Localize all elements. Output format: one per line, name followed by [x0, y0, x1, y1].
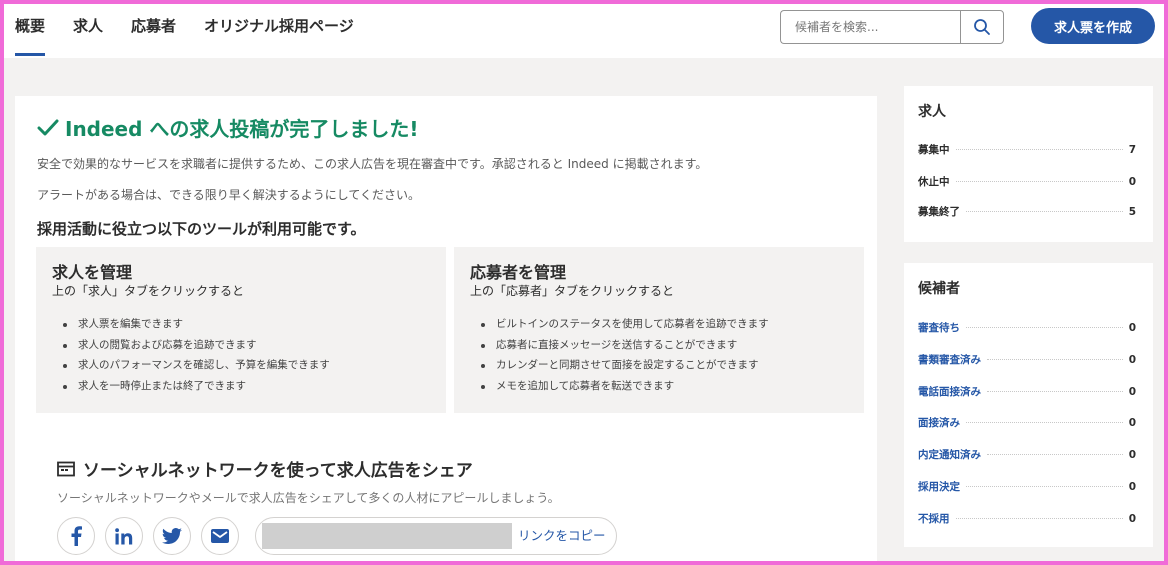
- twitter-share-button[interactable]: [153, 517, 191, 555]
- list-item: カレンダーと同期させて面接を設定することができます: [470, 355, 848, 376]
- candidates-row-offered[interactable]: 内定通知済み 0: [918, 447, 1136, 462]
- checkmark-icon: [37, 118, 59, 138]
- row-count: 0: [1128, 354, 1136, 366]
- manage-jobs-title: 求人を管理: [52, 263, 133, 282]
- tab-overview[interactable]: 概要: [15, 4, 46, 58]
- share-heading: ソーシャルネットワークを使って求人広告をシェア: [57, 456, 473, 481]
- job-url-field[interactable]: [262, 523, 512, 549]
- search-icon: [974, 19, 990, 35]
- linkedin-share-button[interactable]: [105, 517, 143, 555]
- dot-leader: [966, 327, 1123, 328]
- create-job-button[interactable]: 求人票を作成: [1031, 8, 1155, 44]
- search-input[interactable]: [780, 10, 960, 44]
- row-label: 募集中: [918, 144, 950, 156]
- manage-jobs-list: 求人票を編集できます 求人の閲覧および応募を追跡できます 求人のパフォーマンスを…: [52, 314, 430, 396]
- list-item: 求人の閲覧および応募を追跡できます: [52, 335, 430, 356]
- list-item: ビルトインのステータスを使用して応募者を追跡できます: [470, 314, 848, 335]
- row-label: 不採用: [918, 513, 950, 525]
- copy-link-button[interactable]: リンクをコピー: [518, 518, 606, 554]
- row-label: 内定通知済み: [918, 449, 981, 461]
- row-count: 0: [1128, 322, 1136, 334]
- main-panel: Indeed への求人投稿が完了しました! 安全で効果的なサービスを求職者に提供…: [15, 96, 877, 565]
- linkedin-icon: [115, 527, 133, 544]
- list-item: メモを追加して応募者を転送できます: [470, 376, 848, 397]
- candidates-row-hired[interactable]: 採用決定 0: [918, 479, 1136, 494]
- dot-leader: [955, 181, 1123, 182]
- jobs-row-closed[interactable]: 募集終了 5: [918, 204, 1136, 219]
- manage-candidates-title: 応募者を管理: [470, 263, 567, 282]
- top-navigation-bar: 概要 求人 応募者 オリジナル採用ページ 求人票を作成: [4, 4, 1164, 58]
- jobs-summary-card: 求人 募集中 7 休止中 0 募集終了 5: [904, 86, 1153, 242]
- dot-leader: [955, 518, 1123, 519]
- main-nav: 概要 求人 応募者 オリジナル採用ページ: [15, 4, 382, 58]
- list-item: 応募者に直接メッセージを送信することができます: [470, 335, 848, 356]
- success-heading: Indeed への求人投稿が完了しました!: [37, 113, 419, 142]
- facebook-icon: [71, 526, 82, 546]
- manage-candidates-card: 応募者を管理 上の「応募者」タブをクリックすると ビルトインのステータスを使用し…: [454, 247, 864, 413]
- row-count: 0: [1128, 417, 1136, 429]
- success-title-text: Indeed への求人投稿が完了しました!: [65, 117, 419, 141]
- tab-career-page[interactable]: オリジナル採用ページ: [204, 4, 354, 58]
- manage-jobs-card: 求人を管理 上の「求人」タブをクリックすると 求人票を編集できます 求人の閲覧お…: [36, 247, 446, 413]
- manage-candidates-subtitle: 上の「応募者」タブをクリックすると: [470, 284, 675, 298]
- mail-icon: [211, 529, 229, 543]
- row-label: 書類審査済み: [918, 354, 981, 366]
- tab-jobs[interactable]: 求人: [73, 4, 103, 58]
- row-label: 採用決定: [918, 481, 960, 493]
- list-item: 求人を一時停止または終了できます: [52, 376, 430, 397]
- row-count: 7: [1128, 144, 1136, 156]
- dot-leader: [966, 211, 1123, 212]
- candidates-row-pending[interactable]: 審査待ち 0: [918, 320, 1136, 335]
- row-count: 0: [1128, 176, 1136, 188]
- row-label: 募集終了: [918, 206, 960, 218]
- row-count: 5: [1128, 206, 1136, 218]
- row-label: 休止中: [918, 176, 950, 188]
- row-count: 0: [1128, 513, 1136, 525]
- candidates-summary-title: 候補者: [918, 281, 960, 297]
- row-label: 面接済み: [918, 417, 960, 429]
- row-label: 審査待ち: [918, 322, 960, 334]
- row-count: 0: [1128, 481, 1136, 493]
- tools-heading: 採用活動に役立つ以下のツールが利用可能です。: [37, 220, 366, 238]
- job-link-box: リンクをコピー: [255, 517, 617, 555]
- row-label: 電話面接済み: [918, 386, 981, 398]
- candidates-row-screened[interactable]: 書類審査済み 0: [918, 352, 1136, 367]
- twitter-icon: [162, 528, 182, 544]
- dot-leader: [987, 391, 1123, 392]
- share-description: ソーシャルネットワークやメールで求人広告をシェアして多くの人材にアピールしましょ…: [57, 491, 560, 505]
- facebook-share-button[interactable]: [57, 517, 95, 555]
- email-share-button[interactable]: [201, 517, 239, 555]
- manage-candidates-list: ビルトインのステータスを使用して応募者を追跡できます 応募者に直接メッセージを送…: [470, 314, 848, 396]
- calendar-icon: [57, 461, 75, 477]
- dot-leader: [955, 149, 1123, 150]
- dot-leader: [966, 422, 1123, 423]
- manage-jobs-subtitle: 上の「求人」タブをクリックすると: [52, 284, 245, 298]
- jobs-summary-title: 求人: [918, 104, 946, 120]
- search-bar: [780, 10, 1004, 44]
- row-count: 0: [1128, 386, 1136, 398]
- jobs-row-paused[interactable]: 休止中 0: [918, 174, 1136, 189]
- alert-notice: アラートがある場合は、できる限り早く解決するようにしてください。: [37, 188, 421, 202]
- row-count: 0: [1128, 449, 1136, 461]
- list-item: 求人のパフォーマンスを確認し、予算を編集できます: [52, 355, 430, 376]
- share-title-text: ソーシャルネットワークを使って求人広告をシェア: [83, 461, 473, 481]
- candidates-row-phone[interactable]: 電話面接済み 0: [918, 384, 1136, 399]
- dot-leader: [987, 359, 1123, 360]
- search-button[interactable]: [960, 10, 1004, 44]
- list-item: 求人票を編集できます: [52, 314, 430, 335]
- tab-candidates[interactable]: 応募者: [131, 4, 176, 58]
- jobs-row-open[interactable]: 募集中 7: [918, 142, 1136, 157]
- review-notice: 安全で効果的なサービスを求職者に提供するため、この求人広告を現在審査中です。承認…: [37, 157, 708, 171]
- dot-leader: [987, 454, 1123, 455]
- candidates-summary-card: 候補者 審査待ち 0 書類審査済み 0 電話面接済み 0 面接済み 0 内定通知…: [904, 263, 1153, 547]
- candidates-row-interviewed[interactable]: 面接済み 0: [918, 415, 1136, 430]
- candidates-row-rejected[interactable]: 不採用 0: [918, 511, 1136, 526]
- dot-leader: [966, 486, 1123, 487]
